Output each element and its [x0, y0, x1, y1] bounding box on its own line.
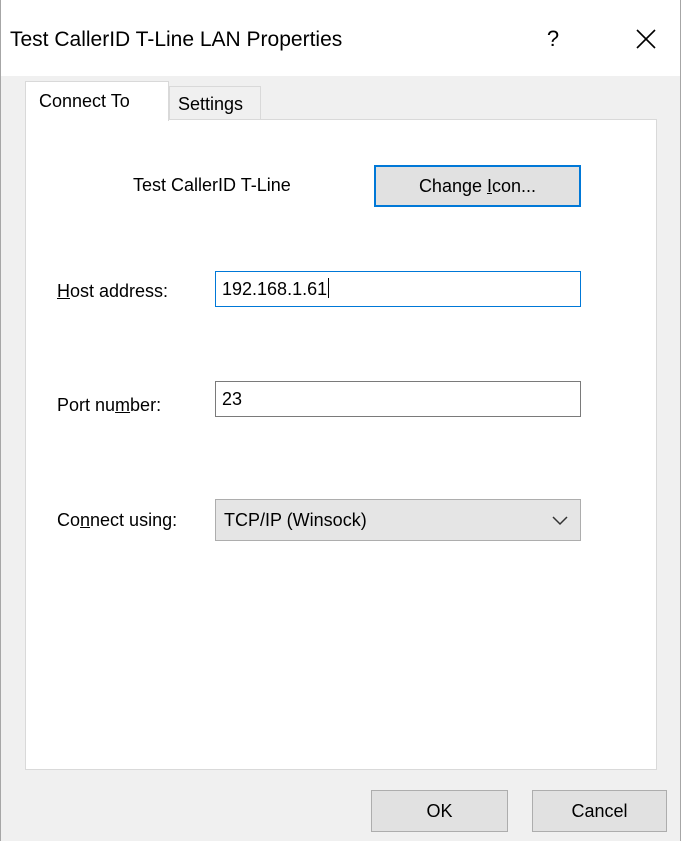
port-number-label: Port number:: [57, 394, 161, 416]
close-button[interactable]: [633, 26, 659, 52]
window-title: Test CallerID T-Line LAN Properties: [10, 28, 343, 51]
properties-dialog: Test CallerID T-Line LAN Properties ? Co…: [0, 0, 681, 841]
ok-button[interactable]: OK: [371, 790, 508, 832]
connect-using-mnemonic: n: [80, 510, 91, 530]
host-address-label-rest: ost address:: [70, 281, 169, 301]
chevron-down-icon: [552, 516, 568, 526]
tab-panel-connect-to: Test CallerID T-Line Change Icon... Host…: [25, 119, 657, 770]
title-bar[interactable]: Test CallerID T-Line LAN Properties ?: [1, 0, 680, 76]
port-number-label-pre: Port nu: [57, 395, 116, 415]
tab-settings[interactable]: Settings: [169, 86, 261, 119]
close-icon: [636, 29, 656, 49]
connect-using-label-pre: Co: [57, 510, 81, 530]
tab-connect-to[interactable]: Connect To: [25, 81, 169, 121]
connection-name: Test CallerID T-Line: [133, 175, 291, 195]
port-number-value: 23: [222, 389, 243, 409]
host-address-value: 192.168.1.61: [222, 279, 328, 299]
port-number-input[interactable]: 23: [215, 381, 581, 417]
connect-using-label-post: nect using:: [90, 510, 178, 530]
change-icon-button[interactable]: Change Icon...: [374, 165, 581, 207]
change-icon-label-pre: Change: [418, 176, 487, 196]
port-number-label-post: ber:: [130, 395, 162, 415]
cancel-button[interactable]: Cancel: [532, 790, 667, 832]
text-caret: [328, 278, 330, 298]
connect-using-label: Connect using:: [57, 509, 177, 531]
change-icon-label-post: con...: [492, 176, 537, 196]
port-number-mnemonic: m: [115, 395, 131, 415]
host-address-label: Host address:: [57, 280, 168, 302]
connect-using-select[interactable]: TCP/IP (Winsock): [215, 499, 581, 541]
host-address-mnemonic: H: [57, 281, 70, 301]
help-button[interactable]: ?: [541, 25, 565, 53]
connect-using-value: TCP/IP (Winsock): [224, 510, 367, 530]
host-address-input[interactable]: 192.168.1.61: [215, 271, 581, 307]
